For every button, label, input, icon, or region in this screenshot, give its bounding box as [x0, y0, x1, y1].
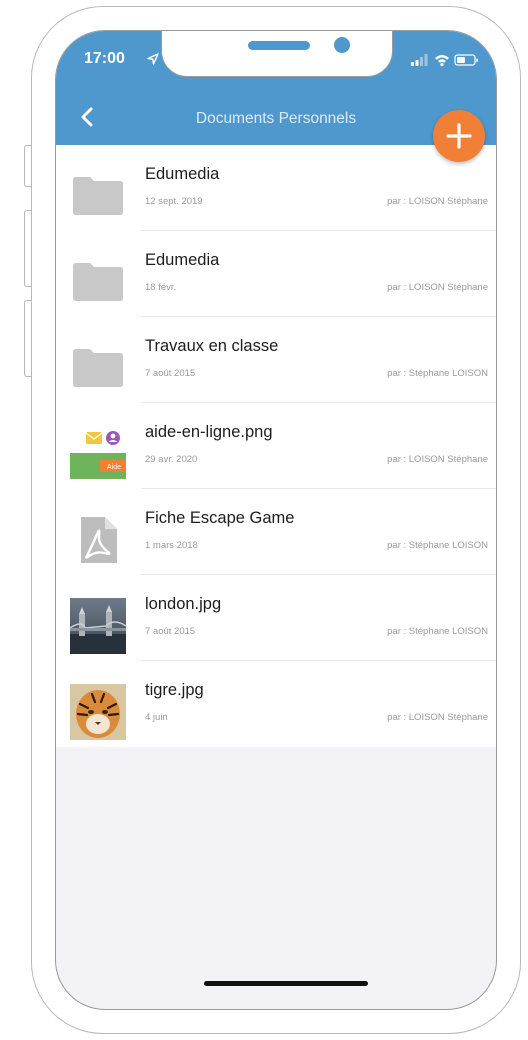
document-name: Fiche Escape Game [145, 509, 295, 527]
document-author: par : LOISON Stéphane [387, 712, 488, 723]
document-name: london.jpg [145, 595, 222, 613]
plus-icon [446, 123, 472, 149]
list-item[interactable]: tigre.jpg 4 juin par : LOISON Stéphane [56, 661, 496, 747]
document-date: 7 août 2015 [145, 368, 196, 379]
document-date: 7 août 2015 [145, 626, 196, 637]
pdf-icon [81, 517, 117, 563]
status-icons [411, 54, 478, 67]
document-author: par : Stéphane LOISON [387, 540, 488, 551]
image-thumbnail: Aide [70, 429, 126, 479]
document-date: 29 avr. 2020 [145, 454, 198, 465]
document-author: par : Stéphane LOISON [387, 368, 488, 379]
document-date: 18 févr. [145, 282, 177, 293]
document-name: Edumedia [145, 251, 220, 269]
list-item[interactable]: Edumedia 18 févr. par : LOISON Stéphane [56, 231, 496, 317]
list-item[interactable]: Fiche Escape Game 1 mars 2018 par : Stép… [56, 489, 496, 575]
document-date: 1 mars 2018 [145, 540, 198, 551]
wifi-icon [435, 55, 449, 67]
signal-icon [411, 54, 428, 66]
document-name: Edumedia [145, 165, 220, 183]
document-author: par : LOISON Stéphane [387, 454, 488, 465]
home-indicator[interactable] [204, 981, 368, 986]
document-name: Travaux en classe [145, 337, 279, 355]
front-camera [334, 37, 350, 53]
folder-icon [73, 349, 123, 387]
battery-icon [454, 54, 478, 66]
document-author: par : LOISON Stéphane [387, 282, 488, 293]
folder-icon [73, 177, 123, 215]
thumbnail-label: Aide [107, 464, 121, 471]
list-item[interactable]: Travaux en classe 7 août 2015 par : Stép… [56, 317, 496, 403]
document-name: aide-en-ligne.png [145, 423, 273, 441]
page-title: Documents Personnels [195, 110, 357, 127]
device-notch [161, 31, 393, 77]
location-arrow-icon [147, 53, 159, 65]
document-name: tigre.jpg [145, 681, 204, 699]
app-screen: 17:00 Documents Personnels Edumedia 12 s… [55, 30, 497, 1010]
image-thumbnail [70, 684, 126, 740]
folder-icon [73, 263, 123, 301]
list-item[interactable]: london.jpg 7 août 2015 par : Stéphane LO… [56, 575, 496, 661]
document-date: 4 juin [145, 712, 168, 723]
status-time: 17:00 [84, 50, 125, 67]
document-date: 12 sept. 2019 [145, 196, 203, 207]
list-item[interactable]: Edumedia 12 sept. 2019 par : LOISON Stép… [56, 145, 496, 231]
document-author: par : Stéphane LOISON [387, 626, 488, 637]
document-author: par : LOISON Stéphane [387, 196, 488, 207]
list-item[interactable]: Aide aide-en-ligne.png 29 avr. 2020 par … [56, 403, 496, 489]
document-list: Edumedia 12 sept. 2019 par : LOISON Stép… [56, 145, 496, 747]
add-document-button[interactable] [433, 110, 485, 162]
image-thumbnail [70, 598, 126, 654]
speaker-grille [248, 41, 310, 50]
